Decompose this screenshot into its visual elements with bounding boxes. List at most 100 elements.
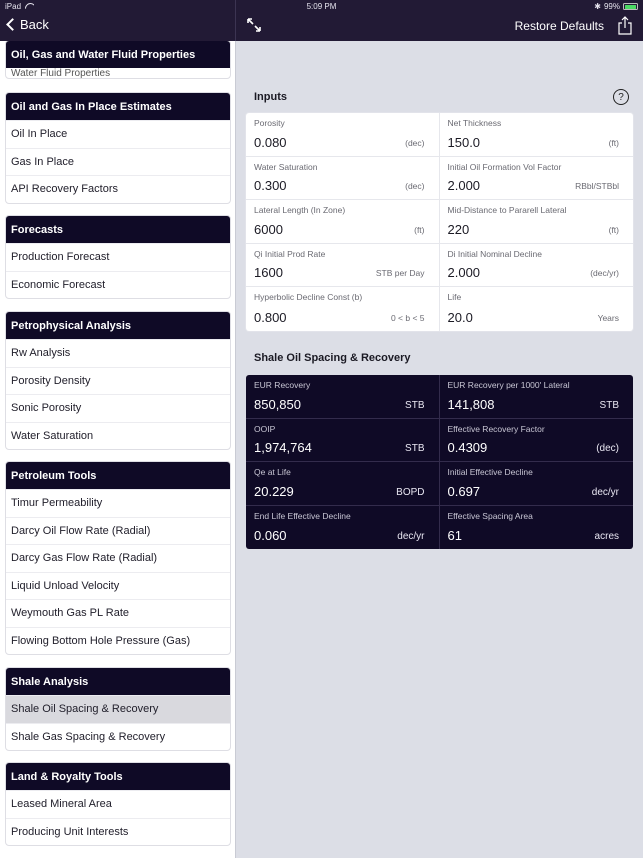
field-value[interactable] xyxy=(447,265,568,281)
result-field: Effective Spacing Area 61 acres xyxy=(440,506,634,550)
sidebar-group-header: Land & Royalty Tools xyxy=(6,763,230,790)
field-value: 850,850 xyxy=(254,396,301,412)
sidebar-item[interactable]: API Recovery Factors xyxy=(6,175,230,203)
sidebar-group: Oil, Gas and Water Fluid Properties Water… xyxy=(5,41,231,79)
field-label: Effective Spacing Area xyxy=(447,510,533,521)
sidebar-item[interactable]: Liquid Unload Velocity xyxy=(6,571,230,600)
field-value[interactable] xyxy=(254,309,374,325)
input-field[interactable]: Di Initial Nominal Decline (dec/yr) xyxy=(439,244,633,288)
field-unit: (dec) xyxy=(405,181,425,192)
field-label: Initial Oil Formation Vol Factor xyxy=(447,161,562,172)
sidebar-item[interactable]: Rw Analysis xyxy=(6,339,230,367)
field-value[interactable] xyxy=(447,134,568,150)
clock: 5:09 PM xyxy=(306,2,337,11)
sidebar-item[interactable]: Darcy Oil Flow Rate (Radial) xyxy=(6,516,230,545)
field-label: Net Thickness xyxy=(447,118,502,128)
results-title: Shale Oil Spacing & Recovery xyxy=(254,352,411,364)
input-field[interactable]: Water Saturation (dec) xyxy=(246,156,440,201)
result-field: Initial Effective Decline 0.697 dec/yr xyxy=(439,462,633,506)
input-field[interactable]: Mid-Distance to Pararell Lateral (ft) xyxy=(439,200,633,244)
field-label: Lateral Length (In Zone) xyxy=(254,205,346,216)
input-field[interactable]: Porosity (dec) xyxy=(246,113,440,157)
sidebar[interactable]: Oil, Gas and Water Fluid Properties Water… xyxy=(0,41,235,858)
field-label: Hyperbolic Decline Const (b) xyxy=(254,292,363,303)
field-unit: STB per Day xyxy=(375,268,425,279)
sidebar-item[interactable]: Weymouth Gas PL Rate xyxy=(6,599,230,627)
field-unit: STB xyxy=(405,399,425,411)
field-unit: (dec) xyxy=(596,443,619,455)
share-icon[interactable] xyxy=(618,16,632,35)
sidebar-item[interactable]: Shale Gas Spacing & Recovery xyxy=(6,722,230,751)
sidebar-item[interactable]: Timur Permeability xyxy=(6,489,230,517)
input-field[interactable]: Initial Oil Formation Vol Factor RBbl/STB… xyxy=(439,157,633,201)
field-value[interactable] xyxy=(254,265,374,281)
field-unit: dec/yr xyxy=(591,486,619,498)
sidebar-group: Oil and Gas In Place Estimates Oil In Pla… xyxy=(5,92,231,204)
split-divider xyxy=(235,0,236,41)
sidebar-item[interactable]: Gas In Place xyxy=(6,147,230,176)
field-value: 141,808 xyxy=(447,396,495,412)
field-label: Mid-Distance to Pararell Lateral xyxy=(447,205,567,216)
field-value: 1,974,764 xyxy=(254,440,312,456)
back-button[interactable]: Back xyxy=(5,17,49,32)
battery-percent: 99% xyxy=(603,2,620,11)
sidebar-group-header: Forecasts xyxy=(6,216,230,243)
results-grid: EUR Recovery 850,850 STB EUR Recovery per 1… xyxy=(246,375,634,550)
field-unit: (dec) xyxy=(405,137,425,148)
battery-icon xyxy=(623,3,638,10)
input-field[interactable]: Qi Initial Prod Rate STB per Day xyxy=(246,243,440,288)
field-value[interactable] xyxy=(447,309,568,325)
inputs-title: Inputs xyxy=(254,91,287,103)
input-field[interactable]: Hyperbolic Decline Const (b) 0 < b < 5 xyxy=(246,287,440,331)
field-label: Qi Initial Prod Rate xyxy=(254,248,326,259)
field-unit: (ft) xyxy=(608,137,619,148)
field-value[interactable] xyxy=(447,178,568,194)
field-value[interactable] xyxy=(254,178,374,194)
field-unit: 0 < b < 5 xyxy=(390,312,425,323)
field-label: Life xyxy=(447,292,462,303)
bluetooth-icon: ✱ xyxy=(594,2,601,11)
result-field: Effective Recovery Factor 0.4309 (dec) xyxy=(439,419,633,463)
input-field[interactable]: Net Thickness (ft) xyxy=(439,113,633,157)
sidebar-group: Petrophysical Analysis Rw Analysis Porosit… xyxy=(5,311,231,450)
battery-level xyxy=(624,4,637,9)
field-label: Qe at Life xyxy=(254,467,291,478)
restore-defaults-button[interactable]: Restore Defaults xyxy=(515,19,604,33)
field-unit: (ft) xyxy=(414,224,425,235)
sidebar-group-header: Petroleum Tools xyxy=(6,462,230,489)
sidebar-item[interactable]: Water Saturation xyxy=(6,421,230,450)
expand-icon[interactable] xyxy=(247,18,261,32)
field-label: End Life Effective Decline xyxy=(254,510,351,521)
sidebar-item[interactable]: Porosity Density xyxy=(6,366,230,395)
sidebar-item[interactable]: Oil In Place xyxy=(6,120,230,148)
field-value[interactable] xyxy=(254,221,374,237)
sidebar-item[interactable]: Darcy Gas Flow Rate (Radial) xyxy=(6,544,230,572)
input-field[interactable]: Lateral Length (In Zone) (ft) xyxy=(246,200,440,244)
sidebar-item[interactable]: Sonic Porosity xyxy=(6,394,230,422)
field-value[interactable] xyxy=(447,221,568,237)
field-label: Porosity xyxy=(254,118,285,128)
help-icon[interactable]: ? xyxy=(613,89,629,105)
field-label: EUR Recovery per 1000' Lateral xyxy=(447,380,570,390)
sidebar-item[interactable]: Economic Forecast xyxy=(6,270,230,299)
sidebar-item[interactable]: Flowing Bottom Hole Pressure (Gas) xyxy=(6,626,230,655)
input-field[interactable]: Life Years xyxy=(440,287,634,331)
sidebar-item[interactable]: Water Fluid Properties xyxy=(6,68,230,78)
sidebar-item[interactable]: Leased Mineral Area xyxy=(6,790,230,818)
chevron-left-icon xyxy=(6,18,19,31)
sidebar-item[interactable]: Production Forecast xyxy=(6,243,230,271)
field-unit: (ft) xyxy=(608,224,619,235)
sidebar-item[interactable]: Shale Oil Spacing & Recovery xyxy=(6,695,230,723)
result-field: End Life Effective Decline 0.060 dec/yr xyxy=(246,505,440,550)
sidebar-item[interactable]: Producing Unit Interests xyxy=(6,817,230,846)
field-label: OOIP xyxy=(254,423,276,434)
field-label: Initial Effective Decline xyxy=(447,467,533,478)
field-value[interactable] xyxy=(254,134,374,150)
field-label: Water Saturation xyxy=(254,161,318,172)
result-field: EUR Recovery 850,850 STB xyxy=(246,375,440,419)
sidebar-divider xyxy=(235,41,236,858)
field-unit: acres xyxy=(594,531,619,543)
field-unit: STB xyxy=(405,443,425,455)
sidebar-group: Shale Analysis Shale Oil Spacing & Recove… xyxy=(5,667,231,751)
result-field: EUR Recovery per 1000' Lateral 141,808 STB xyxy=(439,375,633,419)
